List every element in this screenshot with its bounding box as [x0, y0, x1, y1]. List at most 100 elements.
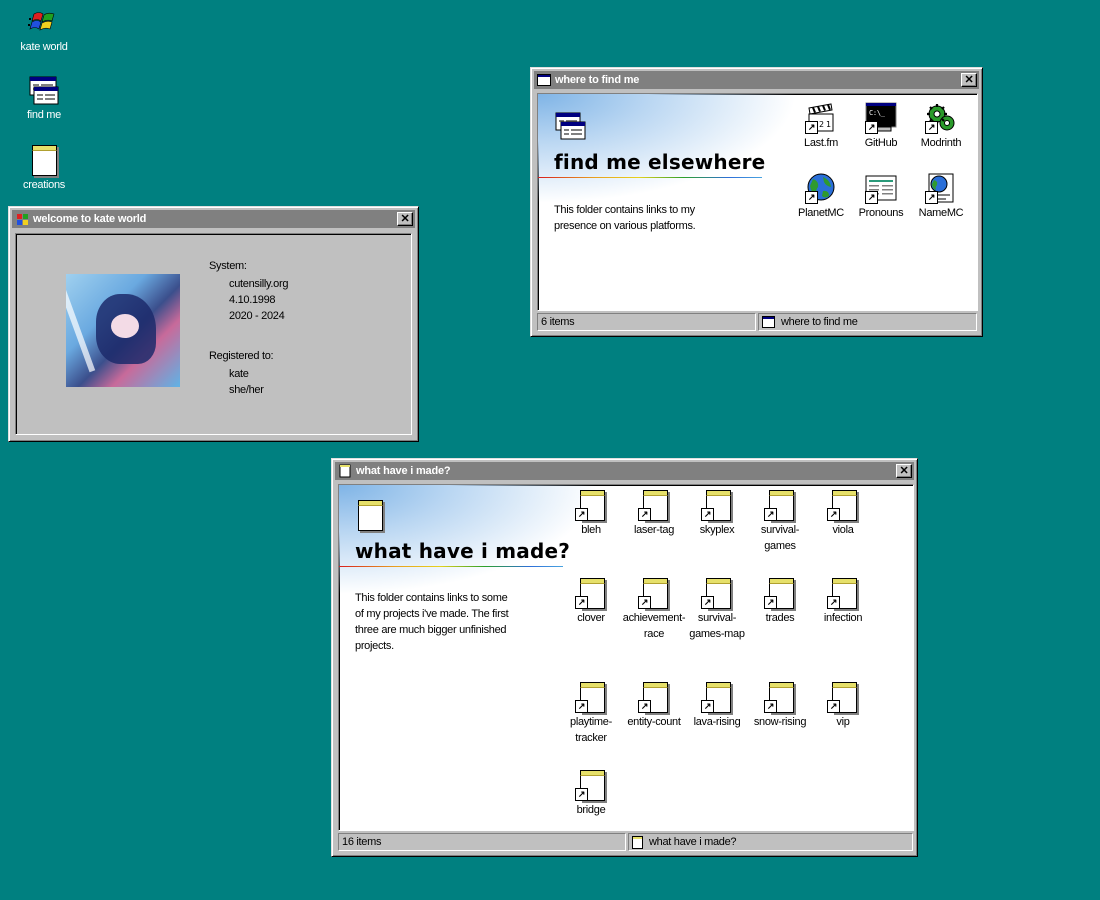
notepad-icon: ↗: [764, 577, 796, 609]
shortcut-arrow-icon: ↗: [925, 121, 938, 134]
notepad-icon: ↗: [764, 489, 796, 521]
folder-icon-large: [554, 110, 586, 142]
item-label: NameMC: [918, 207, 964, 219]
shortcut-arrow-icon: ↗: [638, 596, 651, 609]
project-shortcut[interactable]: ↗ playtime-tracker: [558, 681, 624, 746]
shortcut-arrow-icon: ↗: [701, 508, 714, 521]
welcome-titlebar[interactable]: welcome to kate world ✕: [12, 210, 415, 228]
item-label: playtime-tracker: [570, 716, 612, 744]
notepad-icon: ↗: [827, 577, 859, 609]
project-shortcut[interactable]: ↗ laser-tag: [621, 489, 687, 538]
notepad-icon: ↗: [575, 769, 607, 801]
program-windows-icon: [28, 74, 60, 106]
close-button[interactable]: ✕: [896, 464, 912, 478]
window-title: welcome to kate world: [33, 213, 147, 225]
shortcut-planetmc[interactable]: ↗ PlanetMC: [788, 172, 854, 221]
item-label: Pronouns: [858, 207, 904, 219]
item-label: skyplex: [699, 524, 735, 536]
notepad-icon: ↗: [638, 489, 670, 521]
status-bar: 6 items where to find me: [537, 313, 977, 331]
project-shortcut[interactable]: ↗ snow-rising: [747, 681, 813, 730]
shortcut-namemc[interactable]: ↗ NameMC: [908, 172, 974, 221]
gears-icon: ↗: [925, 102, 957, 134]
svg-text:C:\_: C:\_: [869, 109, 886, 117]
welcome-panel: System: cutensilly.org 4.10.1998 2020 - …: [15, 233, 412, 435]
item-label: laser-tag: [633, 524, 675, 536]
project-shortcut[interactable]: ↗ lava-rising: [684, 681, 750, 730]
find-me-titlebar[interactable]: where to find me ✕: [534, 71, 979, 89]
close-button[interactable]: ✕: [961, 73, 977, 87]
project-shortcut[interactable]: ↗ viola: [810, 489, 876, 538]
svg-text:2 1: 2 1: [819, 120, 831, 129]
item-label: Last.fm: [804, 137, 838, 149]
shortcut-pronouns[interactable]: ↗ Pronouns: [848, 172, 914, 221]
status-location-text: what have i made?: [649, 836, 737, 848]
clapperboard-icon: 2 1 ↗: [805, 102, 837, 134]
notepad-icon: ↗: [701, 681, 733, 713]
item-label: survival-games-map: [689, 612, 745, 640]
shortcut-arrow-icon: ↗: [638, 508, 651, 521]
notepad-icon: ↗: [575, 681, 607, 713]
shortcut-modrinth[interactable]: ↗ Modrinth: [908, 102, 974, 151]
status-bar: 16 items what have i made?: [338, 833, 913, 851]
desktop-icon-kate-world[interactable]: kate world: [4, 6, 84, 53]
creations-titlebar[interactable]: what have i made? ✕: [335, 462, 914, 480]
status-location: what have i made?: [628, 833, 913, 851]
item-label: vip: [836, 716, 850, 728]
project-shortcut[interactable]: ↗ infection: [810, 577, 876, 626]
desktop-icon-creations[interactable]: creations: [4, 144, 84, 191]
desktop-icon-label: creations: [23, 179, 65, 191]
shortcut-github[interactable]: C:\_ ↗ GitHub: [848, 102, 914, 151]
notepad-icon: [632, 835, 643, 849]
notepad-icon: [353, 499, 385, 531]
project-shortcut[interactable]: ↗ bleh: [558, 489, 624, 538]
item-label: bleh: [581, 524, 601, 536]
notepad-icon: ↗: [827, 681, 859, 713]
project-shortcut[interactable]: ↗ survival-games-map: [684, 577, 750, 642]
shortcut-arrow-icon: ↗: [827, 596, 840, 609]
shortcut-arrow-icon: ↗: [764, 596, 777, 609]
notepad-icon: ↗: [701, 577, 733, 609]
item-label: Modrinth: [920, 137, 962, 149]
project-shortcut[interactable]: ↗ skyplex: [684, 489, 750, 538]
item-label: snow-rising: [753, 716, 807, 728]
notepad-icon: [28, 144, 60, 176]
item-label: survival-games: [760, 524, 800, 552]
document-icon: ↗: [865, 172, 897, 204]
project-shortcut[interactable]: ↗ survival-games: [747, 489, 813, 554]
desktop-icon-label: find me: [27, 109, 61, 121]
project-shortcut[interactable]: ↗ bridge: [558, 769, 624, 818]
program-windows-icon: [762, 316, 775, 328]
project-shortcut[interactable]: ↗ entity-count: [621, 681, 687, 730]
heading-divider: [538, 177, 762, 178]
shortcut-arrow-icon: ↗: [575, 508, 588, 521]
item-label: achievement-race: [622, 612, 686, 640]
shortcut-lastfm[interactable]: 2 1 ↗ Last.fm: [788, 102, 854, 151]
item-label: viola: [832, 524, 854, 536]
notepad-icon: ↗: [638, 681, 670, 713]
status-item-count: 16 items: [338, 833, 626, 851]
close-button[interactable]: ✕: [397, 212, 413, 226]
notepad-icon: ↗: [575, 489, 607, 521]
project-shortcut[interactable]: ↗ clover: [558, 577, 624, 626]
program-windows-icon: [537, 73, 551, 87]
notepad-icon: ↗: [701, 489, 733, 521]
window-title: what have i made?: [356, 465, 451, 477]
item-label: trades: [765, 612, 795, 624]
shortcut-arrow-icon: ↗: [865, 191, 878, 204]
project-shortcut[interactable]: ↗ trades: [747, 577, 813, 626]
item-label: bridge: [576, 804, 606, 816]
desktop-icon-find-me[interactable]: find me: [4, 74, 84, 121]
notepad-icon: ↗: [764, 681, 796, 713]
shortcut-arrow-icon: ↗: [701, 596, 714, 609]
project-shortcut[interactable]: ↗ vip: [810, 681, 876, 730]
folder-view: what have i made? This folder contains l…: [338, 484, 914, 831]
project-shortcut[interactable]: ↗ achievement-race: [621, 577, 687, 642]
registered-label: Registered to:: [209, 350, 274, 362]
item-label: clover: [577, 612, 605, 624]
notepad-icon: [338, 464, 352, 478]
status-location: where to find me: [758, 313, 977, 331]
shortcut-arrow-icon: ↗: [638, 700, 651, 713]
system-value: 2020 - 2024: [229, 310, 285, 322]
shortcut-arrow-icon: ↗: [827, 700, 840, 713]
